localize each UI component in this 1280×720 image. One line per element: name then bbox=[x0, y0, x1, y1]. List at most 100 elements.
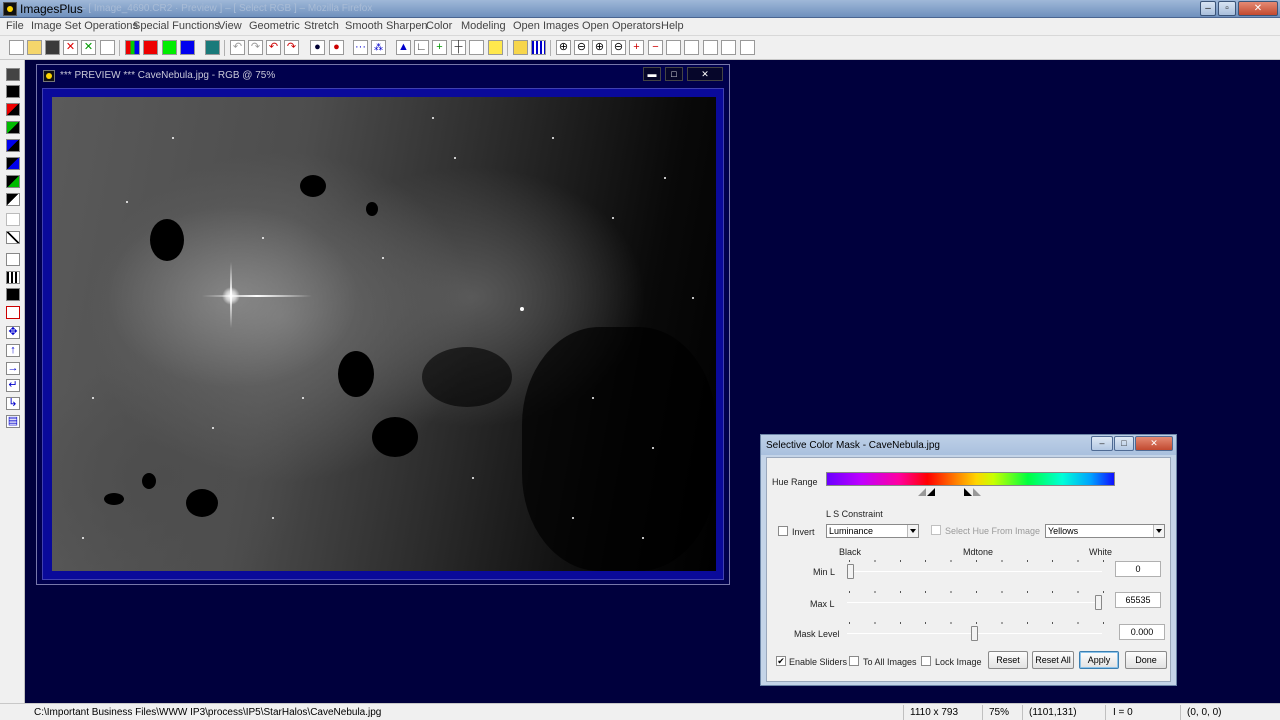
redo-red-icon[interactable]: ↷ bbox=[284, 40, 299, 55]
blue-black-icon[interactable] bbox=[6, 139, 20, 152]
save-icon[interactable] bbox=[45, 40, 60, 55]
close-green-x-icon[interactable]: ✕ bbox=[81, 40, 96, 55]
constraint-select[interactable]: Luminance bbox=[826, 524, 919, 538]
min-l-value[interactable]: 0 bbox=[1115, 561, 1161, 577]
bars-icon[interactable] bbox=[6, 271, 20, 284]
to-all-images-checkbox[interactable] bbox=[849, 656, 859, 666]
nebula-image[interactable] bbox=[52, 97, 716, 571]
menu-help[interactable]: Help bbox=[661, 20, 684, 32]
down-return-icon[interactable]: ↳ bbox=[6, 397, 20, 410]
black-bar-icon[interactable] bbox=[6, 288, 20, 301]
brush-icon[interactable] bbox=[6, 231, 20, 244]
menu-geometric[interactable]: Geometric bbox=[249, 20, 300, 32]
rotate-icon[interactable] bbox=[6, 213, 20, 226]
menu-stretch[interactable]: Stretch bbox=[304, 20, 339, 32]
return-icon[interactable]: ↵ bbox=[6, 379, 20, 392]
min-l-slider-track[interactable] bbox=[847, 571, 1102, 572]
dots-icon[interactable]: ··· bbox=[353, 40, 368, 55]
lock-image-checkbox[interactable] bbox=[921, 656, 931, 666]
menu-image-set-operations[interactable]: Image Set Operations bbox=[31, 20, 138, 32]
preview-close-icon[interactable]: ✕ bbox=[687, 67, 723, 81]
min-l-slider-thumb[interactable] bbox=[847, 564, 854, 579]
zoom-actual-icon[interactable]: ⊖ bbox=[611, 40, 626, 55]
dialog-titlebar[interactable]: Selective Color Mask - CaveNebula.jpg – … bbox=[761, 435, 1176, 455]
crosshair-icon[interactable]: ┼ bbox=[451, 40, 466, 55]
max-l-value[interactable]: 65535 bbox=[1115, 592, 1161, 608]
blue-triangle-icon[interactable]: ▲ bbox=[396, 40, 411, 55]
stack-icon[interactable]: ▤ bbox=[6, 415, 20, 428]
blue-channel-icon[interactable] bbox=[180, 40, 195, 55]
black-white-icon[interactable] bbox=[6, 193, 20, 206]
color-select[interactable]: Yellows bbox=[1045, 524, 1165, 538]
red-r-icon[interactable] bbox=[6, 306, 20, 319]
black-square-icon[interactable] bbox=[6, 85, 20, 98]
dialog-minimize-icon[interactable]: – bbox=[1091, 436, 1113, 451]
box-icon[interactable] bbox=[469, 40, 484, 55]
minus-box-icon[interactable]: − bbox=[648, 40, 663, 55]
minimize-icon[interactable]: – bbox=[1200, 1, 1216, 16]
move-icon[interactable]: ✥ bbox=[6, 326, 20, 339]
undo-red-icon[interactable]: ↶ bbox=[266, 40, 281, 55]
square-icon-5[interactable] bbox=[740, 40, 755, 55]
reset-all-button[interactable]: Reset All bbox=[1032, 651, 1074, 669]
square-icon-4[interactable] bbox=[721, 40, 736, 55]
dialog-maximize-icon[interactable]: □ bbox=[1114, 436, 1134, 451]
max-l-slider-track[interactable] bbox=[847, 602, 1102, 603]
preview-maximize-icon[interactable]: □ bbox=[665, 67, 683, 81]
reset-button[interactable]: Reset bbox=[988, 651, 1028, 669]
preview-titlebar[interactable]: *** PREVIEW *** CaveNebula.jpg - RGB @ 7… bbox=[37, 65, 729, 85]
red-channel-icon[interactable] bbox=[143, 40, 158, 55]
apply-button[interactable]: Apply bbox=[1079, 651, 1119, 669]
hue-range-bar[interactable] bbox=[826, 472, 1115, 486]
preview-minimize-icon[interactable]: ▬ bbox=[643, 67, 661, 81]
menu-special-functions[interactable]: Special Functions bbox=[133, 20, 220, 32]
square-icon-3[interactable] bbox=[703, 40, 718, 55]
record-icon[interactable]: ● bbox=[310, 40, 325, 55]
hue-marker-left[interactable] bbox=[927, 488, 935, 496]
grid-icon[interactable] bbox=[205, 40, 220, 55]
dialog-close-icon[interactable]: ✕ bbox=[1135, 436, 1173, 451]
zoom-out-icon[interactable]: ⊖ bbox=[574, 40, 589, 55]
record-red-icon[interactable]: ● bbox=[329, 40, 344, 55]
close-red-x-icon[interactable]: ✕ bbox=[63, 40, 78, 55]
maximize-icon[interactable]: ▫ bbox=[1218, 1, 1236, 16]
save-icon[interactable] bbox=[6, 68, 20, 81]
up-arrow-icon[interactable]: ↑ bbox=[6, 344, 20, 357]
zoom-in-icon[interactable]: ⊕ bbox=[556, 40, 571, 55]
enable-sliders-checkbox[interactable]: ✔ bbox=[776, 656, 786, 666]
copy-icon[interactable] bbox=[100, 40, 115, 55]
hue-marker-right[interactable] bbox=[964, 488, 972, 496]
green-channel-icon[interactable] bbox=[162, 40, 177, 55]
open-folder-icon[interactable] bbox=[27, 40, 42, 55]
square-icon-2[interactable] bbox=[684, 40, 699, 55]
right-arrow-icon[interactable]: → bbox=[6, 362, 20, 375]
close-icon[interactable]: ✕ bbox=[1238, 1, 1278, 16]
menu-color[interactable]: Color bbox=[426, 20, 452, 32]
plus-green-icon[interactable]: + bbox=[432, 40, 447, 55]
green-black-icon[interactable] bbox=[6, 121, 20, 134]
done-button[interactable]: Done bbox=[1125, 651, 1167, 669]
menu-file[interactable]: File bbox=[6, 20, 24, 32]
menu-open-images[interactable]: Open Images bbox=[513, 20, 579, 32]
zoom-fit-icon[interactable]: ⊕ bbox=[592, 40, 607, 55]
redo-icon[interactable]: ↷ bbox=[248, 40, 263, 55]
rgb-channels-icon[interactable] bbox=[125, 40, 140, 55]
crop-icon[interactable]: ∟ bbox=[414, 40, 429, 55]
mask-level-slider-thumb[interactable] bbox=[971, 626, 978, 641]
menu-modeling[interactable]: Modeling bbox=[461, 20, 506, 32]
black-green-icon[interactable] bbox=[6, 175, 20, 188]
red-black-icon[interactable] bbox=[6, 103, 20, 116]
max-l-slider-thumb[interactable] bbox=[1095, 595, 1102, 610]
target-box-icon[interactable] bbox=[6, 253, 20, 266]
paint-icon[interactable] bbox=[488, 40, 503, 55]
menu-smooth-sharpen[interactable]: Smooth Sharpen bbox=[345, 20, 428, 32]
invert-checkbox[interactable] bbox=[778, 526, 788, 536]
target-icon[interactable]: ⁂ bbox=[371, 40, 386, 55]
selective-color-mask-dialog[interactable]: Selective Color Mask - CaveNebula.jpg – … bbox=[760, 434, 1177, 686]
hue-marker-outer-right[interactable] bbox=[973, 488, 981, 496]
new-file-icon[interactable] bbox=[9, 40, 24, 55]
square-icon[interactable] bbox=[666, 40, 681, 55]
pencil-icon[interactable] bbox=[513, 40, 528, 55]
hue-marker-outer-left[interactable] bbox=[918, 488, 926, 496]
grid-small-icon[interactable] bbox=[531, 40, 546, 55]
